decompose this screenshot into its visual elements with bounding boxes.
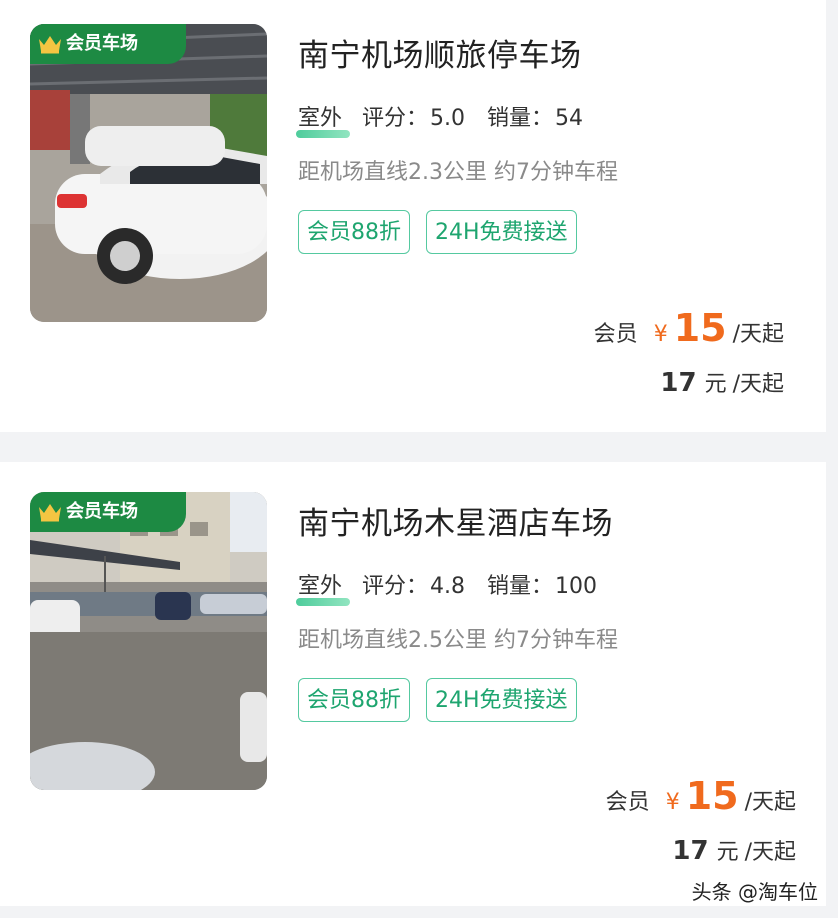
watermark-text: 头条 @淘车位	[691, 880, 818, 904]
regular-price-currency: 元	[704, 372, 727, 397]
vip-badge-label: 会员车场	[66, 33, 138, 54]
parking-list-page: 会员车场 南宁机场顺旅停车场 室外 评分： 5.0 销量： 54 距机场直线2.…	[0, 0, 838, 918]
regular-price: 17 元 /天起	[660, 366, 784, 398]
parking-lot-photo-image	[30, 24, 267, 322]
parking-type-label: 室外	[298, 106, 343, 131]
member-price-label: 会员	[593, 322, 638, 347]
parking-type: 室外	[296, 100, 350, 138]
member-price: 会员 ¥ 15 /天起	[594, 306, 784, 350]
parking-lot-meta: 室外 评分： 5.0 销量： 54	[296, 100, 605, 138]
regular-price-amount: 17	[660, 368, 697, 398]
price-unit: /天起	[732, 372, 784, 397]
sales-label: 销量：	[487, 106, 554, 131]
vip-parking-badge: 会员车场	[30, 492, 186, 532]
parking-lot-photo[interactable]: 会员车场	[30, 492, 267, 790]
tag-free-shuttle: 24H免费接送	[426, 210, 577, 254]
parking-listing-card[interactable]: 会员车场	[0, 462, 826, 906]
parking-lot-photo[interactable]: 会员车场	[30, 24, 267, 322]
sales-value: 54	[555, 106, 584, 131]
currency-symbol: ¥	[653, 322, 668, 347]
vip-badge-label: 会员车场	[66, 501, 138, 522]
tag-member-discount: 会员88折	[298, 210, 410, 254]
rating-value: 5.0	[430, 106, 466, 131]
parking-lot-name[interactable]: 南宁机场顺旅停车场	[298, 30, 582, 75]
crown-icon	[39, 504, 61, 522]
parking-listing-card[interactable]: 会员车场 南宁机场顺旅停车场 室外 评分： 5.0 销量： 54 距机场直线2.…	[0, 0, 826, 432]
type-highlight	[296, 130, 350, 138]
crown-icon	[39, 36, 61, 54]
distance-info: 距机场直线2.3公里 约7分钟车程	[298, 160, 618, 185]
rating-label: 评分：	[362, 106, 429, 131]
vip-parking-badge: 会员车场	[30, 24, 186, 64]
price-unit: /天起	[732, 322, 784, 347]
tag-list: 会员88折 24H免费接送	[298, 210, 577, 254]
parking-lot-photo-image	[30, 492, 267, 790]
member-price-amount: 15	[673, 306, 727, 350]
